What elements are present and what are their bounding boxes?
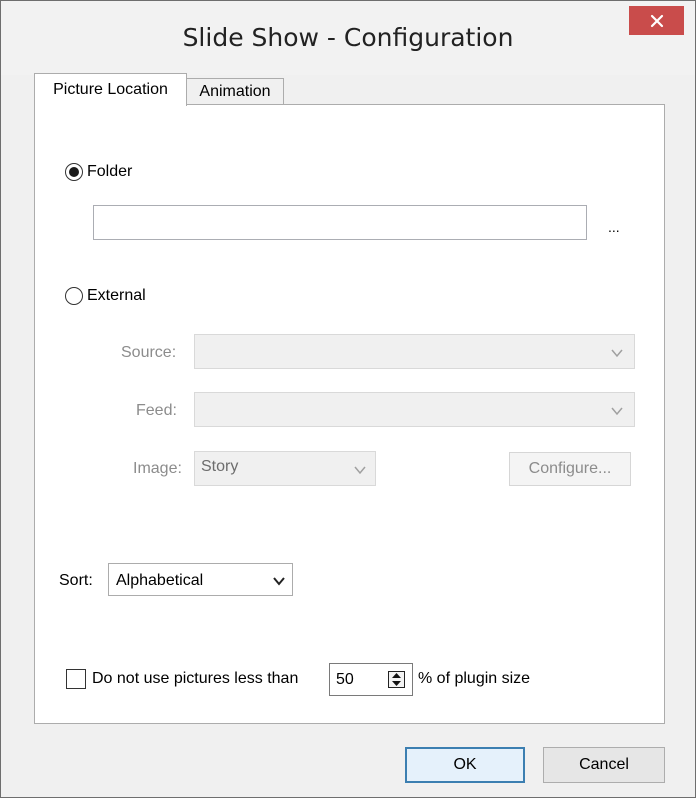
sort-value: Alphabetical bbox=[116, 572, 204, 589]
title-bar: Slide Show - Configuration bbox=[1, 1, 695, 75]
spin-up-icon[interactable] bbox=[392, 672, 401, 679]
feed-label: Feed: bbox=[136, 402, 177, 419]
min-size-spinner[interactable]: 50 bbox=[329, 663, 413, 696]
sort-label: Sort: bbox=[59, 572, 93, 589]
cancel-button[interactable]: Cancel bbox=[543, 747, 665, 783]
min-size-suffix: % of plugin size bbox=[418, 670, 531, 687]
window-title: Slide Show - Configuration bbox=[182, 23, 514, 52]
tab-label: Animation bbox=[199, 83, 271, 100]
close-icon bbox=[650, 14, 663, 27]
chevron-down-icon bbox=[273, 577, 285, 586]
chevron-down-icon bbox=[611, 349, 623, 358]
min-size-label: Do not use pictures less than bbox=[92, 670, 299, 687]
spin-down-icon[interactable] bbox=[392, 680, 401, 687]
button-bar: OK Cancel bbox=[1, 733, 695, 797]
sort-combo[interactable]: Alphabetical bbox=[108, 563, 293, 596]
tab-animation[interactable]: Animation bbox=[186, 78, 284, 105]
folder-label: Folder bbox=[87, 163, 133, 180]
browse-button[interactable]: ... bbox=[608, 219, 620, 235]
close-button[interactable] bbox=[629, 6, 684, 35]
radio-dot bbox=[69, 167, 79, 177]
source-combo[interactable] bbox=[194, 334, 635, 369]
tab-panel-picture-location: Folder ... External Source: Feed: Image: bbox=[34, 104, 665, 724]
dialog-window: Slide Show - Configuration Picture Locat… bbox=[0, 0, 696, 798]
chevron-down-icon bbox=[611, 407, 623, 416]
external-radio[interactable] bbox=[65, 287, 83, 305]
source-label: Source: bbox=[121, 344, 177, 361]
min-size-checkbox[interactable] bbox=[66, 669, 86, 689]
folder-radio[interactable] bbox=[65, 163, 83, 181]
tab-label: Picture Location bbox=[53, 81, 168, 98]
configure-button[interactable]: Configure... bbox=[509, 452, 631, 486]
image-combo[interactable]: Story bbox=[194, 451, 376, 486]
ok-button[interactable]: OK bbox=[405, 747, 525, 783]
tab-picture-location[interactable]: Picture Location bbox=[34, 73, 187, 106]
external-label: External bbox=[87, 287, 146, 304]
min-size-value: 50 bbox=[336, 671, 354, 688]
folder-path-input[interactable] bbox=[93, 205, 587, 240]
spin-buttons[interactable] bbox=[388, 671, 405, 688]
chevron-down-icon bbox=[354, 466, 366, 475]
image-label: Image: bbox=[133, 460, 182, 477]
feed-combo[interactable] bbox=[194, 392, 635, 427]
